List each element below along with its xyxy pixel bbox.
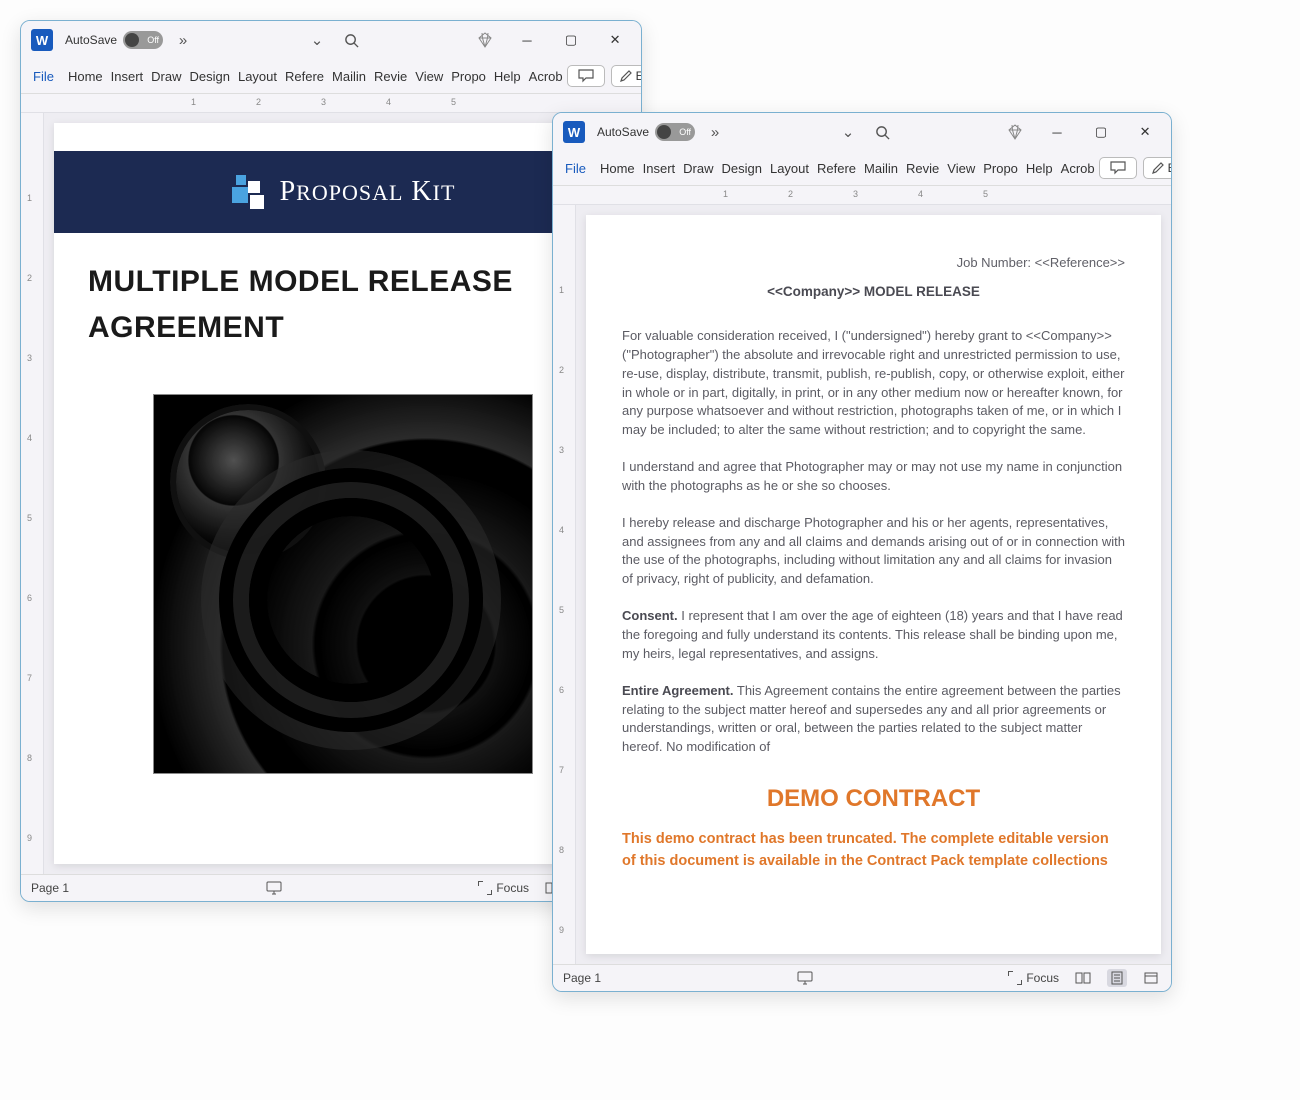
page-indicator[interactable]: Page 1	[563, 971, 601, 985]
read-mode-icon[interactable]	[1073, 969, 1093, 987]
titlebar: W AutoSave Off » ⌄ ─ ▢ ✕	[553, 113, 1171, 151]
demo-heading: DEMO CONTRACT	[622, 785, 1125, 813]
tab-proposal[interactable]: Propo	[979, 155, 1022, 182]
more-qat-icon[interactable]: »	[701, 118, 729, 146]
autosave-label: AutoSave	[65, 33, 117, 47]
document-title-line1: MULTIPLE MODEL RELEASE	[54, 259, 631, 305]
focus-mode-button[interactable]: Focus	[1008, 971, 1059, 985]
autosave-label: AutoSave	[597, 125, 649, 139]
document-area: 1 2 3 4 5 6 7 8 9 PROPOSAL KIT MULTIPLE …	[21, 113, 641, 874]
word-window-2: W AutoSave Off » ⌄ ─ ▢ ✕ File Home Inser…	[552, 112, 1172, 992]
paragraph-2: I understand and agree that Photographer…	[622, 458, 1125, 496]
diamond-icon[interactable]	[471, 26, 499, 54]
focus-mode-button[interactable]: Focus	[478, 881, 529, 895]
chevron-down-icon[interactable]: ⌄	[303, 26, 331, 54]
brand-name: PROPOSAL KIT	[280, 176, 456, 208]
ribbon-tabs: File Home Insert Draw Design Layout Refe…	[553, 151, 1171, 186]
web-layout-icon[interactable]	[1141, 969, 1161, 987]
editing-label: Editing	[1168, 161, 1171, 175]
horizontal-ruler[interactable]: 1 2 3 4 5	[553, 186, 1171, 205]
tab-file[interactable]: File	[23, 63, 64, 90]
tab-layout[interactable]: Layout	[234, 63, 281, 90]
demo-text: This demo contract has been truncated. T…	[622, 829, 1125, 873]
tab-design[interactable]: Design	[718, 155, 766, 182]
ribbon-tabs: File Home Insert Draw Design Layout Refe…	[21, 59, 641, 94]
focus-icon	[478, 881, 492, 895]
vertical-ruler[interactable]: 1 2 3 4 5 6 7 8 9	[21, 113, 44, 874]
editing-mode-button[interactable]: Editing ›	[611, 65, 641, 87]
paragraph-3: I hereby release and discharge Photograp…	[622, 514, 1125, 589]
titlebar: W AutoSave Off » ⌄ ─ ▢ ✕	[21, 21, 641, 59]
tab-view[interactable]: View	[943, 155, 979, 182]
tab-mailings[interactable]: Mailin	[328, 63, 370, 90]
job-number: Job Number: <<Reference>>	[622, 255, 1125, 270]
vertical-ruler[interactable]: 1 2 3 4 5 6 7 8 9	[553, 205, 576, 964]
tab-review[interactable]: Revie	[902, 155, 943, 182]
paragraph-4: Consent. I represent that I am over the …	[622, 607, 1125, 664]
tab-view[interactable]: View	[411, 63, 447, 90]
tab-insert[interactable]: Insert	[107, 63, 148, 90]
tab-insert[interactable]: Insert	[639, 155, 680, 182]
tab-review[interactable]: Revie	[370, 63, 411, 90]
maximize-button[interactable]: ▢	[1079, 113, 1123, 151]
tab-draw[interactable]: Draw	[147, 63, 185, 90]
page-indicator[interactable]: Page 1	[31, 881, 69, 895]
proposal-kit-logo-icon	[230, 173, 268, 211]
brand-banner: PROPOSAL KIT	[54, 151, 631, 233]
status-bar: Page 1 Focus	[553, 964, 1171, 991]
focus-icon	[1008, 971, 1022, 985]
camera-photo	[153, 394, 533, 774]
word-app-icon: W	[31, 29, 53, 51]
tab-help[interactable]: Help	[490, 63, 525, 90]
tab-help[interactable]: Help	[1022, 155, 1057, 182]
close-button[interactable]: ✕	[1123, 113, 1167, 151]
document-page[interactable]: Job Number: <<Reference>> <<Company>> MO…	[586, 215, 1161, 954]
tab-draw[interactable]: Draw	[679, 155, 717, 182]
editing-label: Editing	[636, 69, 641, 83]
tab-mailings[interactable]: Mailin	[860, 155, 902, 182]
minimize-button[interactable]: ─	[1035, 113, 1079, 151]
display-settings-icon[interactable]	[264, 879, 284, 897]
horizontal-ruler[interactable]: 1 2 3 4 5	[21, 94, 641, 113]
tab-home[interactable]: Home	[64, 63, 107, 90]
print-layout-icon[interactable]	[1107, 969, 1127, 987]
paragraph-5: Entire Agreement. This Agreement contain…	[622, 682, 1125, 757]
editing-mode-button[interactable]: Editing ›	[1143, 157, 1171, 179]
tab-design[interactable]: Design	[186, 63, 234, 90]
tab-layout[interactable]: Layout	[766, 155, 813, 182]
comments-button[interactable]	[1099, 157, 1137, 179]
paragraph-1: For valuable consideration received, I (…	[622, 327, 1125, 440]
minimize-button[interactable]: ─	[505, 21, 549, 59]
tab-home[interactable]: Home	[596, 155, 639, 182]
toggle-off-icon[interactable]: Off	[123, 31, 163, 49]
word-app-icon: W	[563, 121, 585, 143]
display-settings-icon[interactable]	[795, 969, 815, 987]
search-icon[interactable]	[868, 118, 896, 146]
tab-references[interactable]: Refere	[813, 155, 860, 182]
toggle-off-icon[interactable]: Off	[655, 123, 695, 141]
diamond-icon[interactable]	[1001, 118, 1029, 146]
close-button[interactable]: ✕	[593, 21, 637, 59]
tab-proposal[interactable]: Propo	[447, 63, 490, 90]
document-page[interactable]: PROPOSAL KIT MULTIPLE MODEL RELEASE AGRE…	[54, 123, 631, 864]
autosave-toggle[interactable]: AutoSave Off	[597, 123, 695, 141]
tab-file[interactable]: File	[555, 155, 596, 182]
document-area: 1 2 3 4 5 6 7 8 9 Job Number: <<Referenc…	[553, 205, 1171, 964]
maximize-button[interactable]: ▢	[549, 21, 593, 59]
tab-references[interactable]: Refere	[281, 63, 328, 90]
autosave-toggle[interactable]: AutoSave Off	[65, 31, 163, 49]
tab-acrobat[interactable]: Acrob	[525, 63, 567, 90]
document-title: <<Company>> MODEL RELEASE	[622, 284, 1125, 299]
status-bar: Page 1 Focus	[21, 874, 641, 901]
word-window-1: W AutoSave Off » ⌄ ─ ▢ ✕ File Home Inser…	[20, 20, 642, 902]
search-icon[interactable]	[337, 26, 365, 54]
tab-acrobat[interactable]: Acrob	[1057, 155, 1099, 182]
chevron-down-icon[interactable]: ⌄	[834, 118, 862, 146]
comments-button[interactable]	[567, 65, 605, 87]
more-qat-icon[interactable]: »	[169, 26, 197, 54]
document-title-line2: AGREEMENT	[54, 305, 631, 351]
